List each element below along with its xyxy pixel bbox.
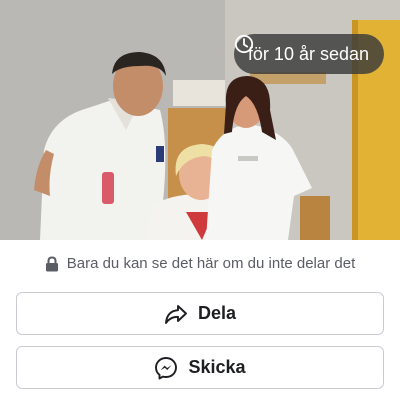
privacy-text: Bara du kan se det här om du inte delar … bbox=[66, 255, 356, 272]
share-arrow-icon bbox=[165, 304, 187, 324]
send-label: Skicka bbox=[188, 357, 246, 377]
share-label: Dela bbox=[197, 303, 237, 323]
lock-icon bbox=[45, 255, 58, 271]
time-badge: för 10 år sedan bbox=[233, 34, 384, 74]
privacy-note: Bara du kan se det här om du inte delar … bbox=[0, 255, 400, 272]
messenger-icon bbox=[155, 356, 178, 379]
send-button[interactable]: Skicka bbox=[16, 346, 384, 389]
clock-icon bbox=[234, 34, 254, 54]
share-button[interactable]: Dela bbox=[16, 292, 384, 335]
time-badge-label: för 10 år sedan bbox=[247, 43, 369, 64]
memory-photo[interactable]: för 10 år sedan bbox=[0, 0, 400, 240]
